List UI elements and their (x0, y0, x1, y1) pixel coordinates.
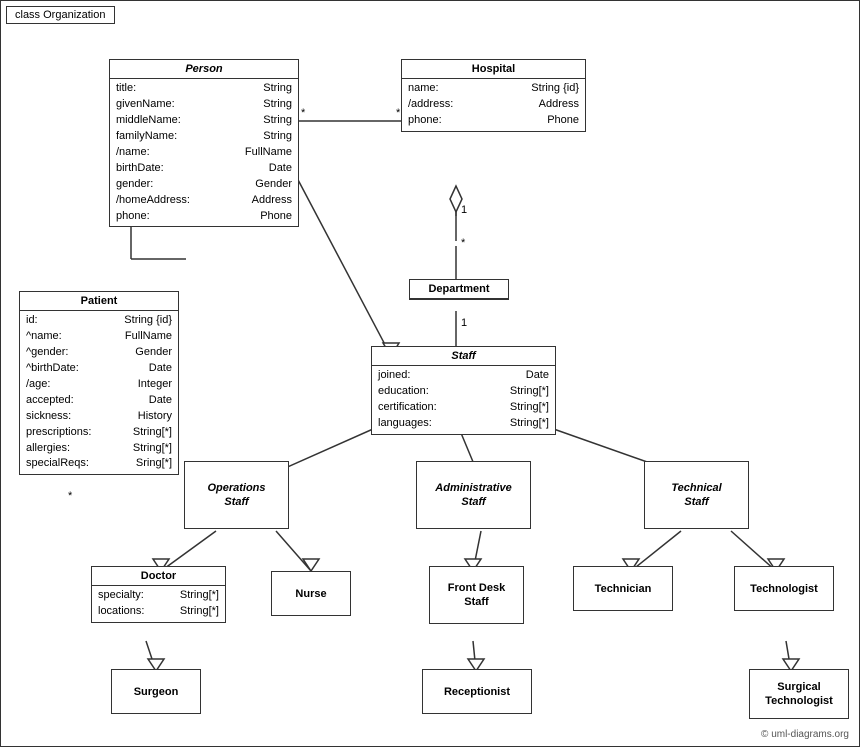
doctor-attrs: specialty:String[*] locations:String[*] (92, 586, 225, 622)
svg-text:*: * (68, 490, 73, 502)
class-doctor: Doctor specialty:String[*] locations:Str… (91, 566, 226, 623)
svg-text:*: * (301, 107, 306, 119)
copyright: © uml-diagrams.org (761, 729, 849, 740)
class-technical-staff: TechnicalStaff (644, 461, 749, 529)
class-technician: Technician (573, 566, 673, 611)
person-title: Person (110, 60, 298, 79)
class-hospital: Hospital name:String {id} /address:Addre… (401, 59, 586, 132)
class-department: Department (409, 279, 509, 300)
class-administrative-staff: AdministrativeStaff (416, 461, 531, 529)
doctor-title: Doctor (92, 567, 225, 586)
class-person: Person title:String givenName:String mid… (109, 59, 299, 227)
class-surgical-technologist: SurgicalTechnologist (749, 669, 849, 719)
svg-text:1: 1 (461, 204, 467, 216)
person-attrs: title:String givenName:String middleName… (110, 79, 298, 226)
class-nurse: Nurse (271, 571, 351, 616)
patient-title: Patient (20, 292, 178, 311)
diagram-label: class Organization (6, 6, 115, 24)
patient-attrs: id:String {id} ^name:FullName ^gender:Ge… (20, 311, 178, 474)
hospital-title: Hospital (402, 60, 585, 79)
svg-text:*: * (461, 237, 466, 249)
class-patient: Patient id:String {id} ^name:FullName ^g… (19, 291, 179, 475)
class-operations-staff: OperationsStaff (184, 461, 289, 529)
svg-text:1: 1 (461, 317, 467, 329)
class-technologist: Technologist (734, 566, 834, 611)
copyright-text: © uml-diagrams.org (761, 729, 849, 740)
class-front-desk-staff: Front DeskStaff (429, 566, 524, 624)
department-title: Department (410, 280, 508, 299)
staff-title: Staff (372, 347, 555, 366)
diagram-container: class Organization * * 1 * 1 * (0, 0, 860, 747)
class-staff: Staff joined:Date education:String[*] ce… (371, 346, 556, 435)
hospital-attrs: name:String {id} /address:Address phone:… (402, 79, 585, 131)
diagram-title: class Organization (15, 9, 106, 21)
class-receptionist: Receptionist (422, 669, 532, 714)
class-surgeon: Surgeon (111, 669, 201, 714)
staff-attrs: joined:Date education:String[*] certific… (372, 366, 555, 434)
